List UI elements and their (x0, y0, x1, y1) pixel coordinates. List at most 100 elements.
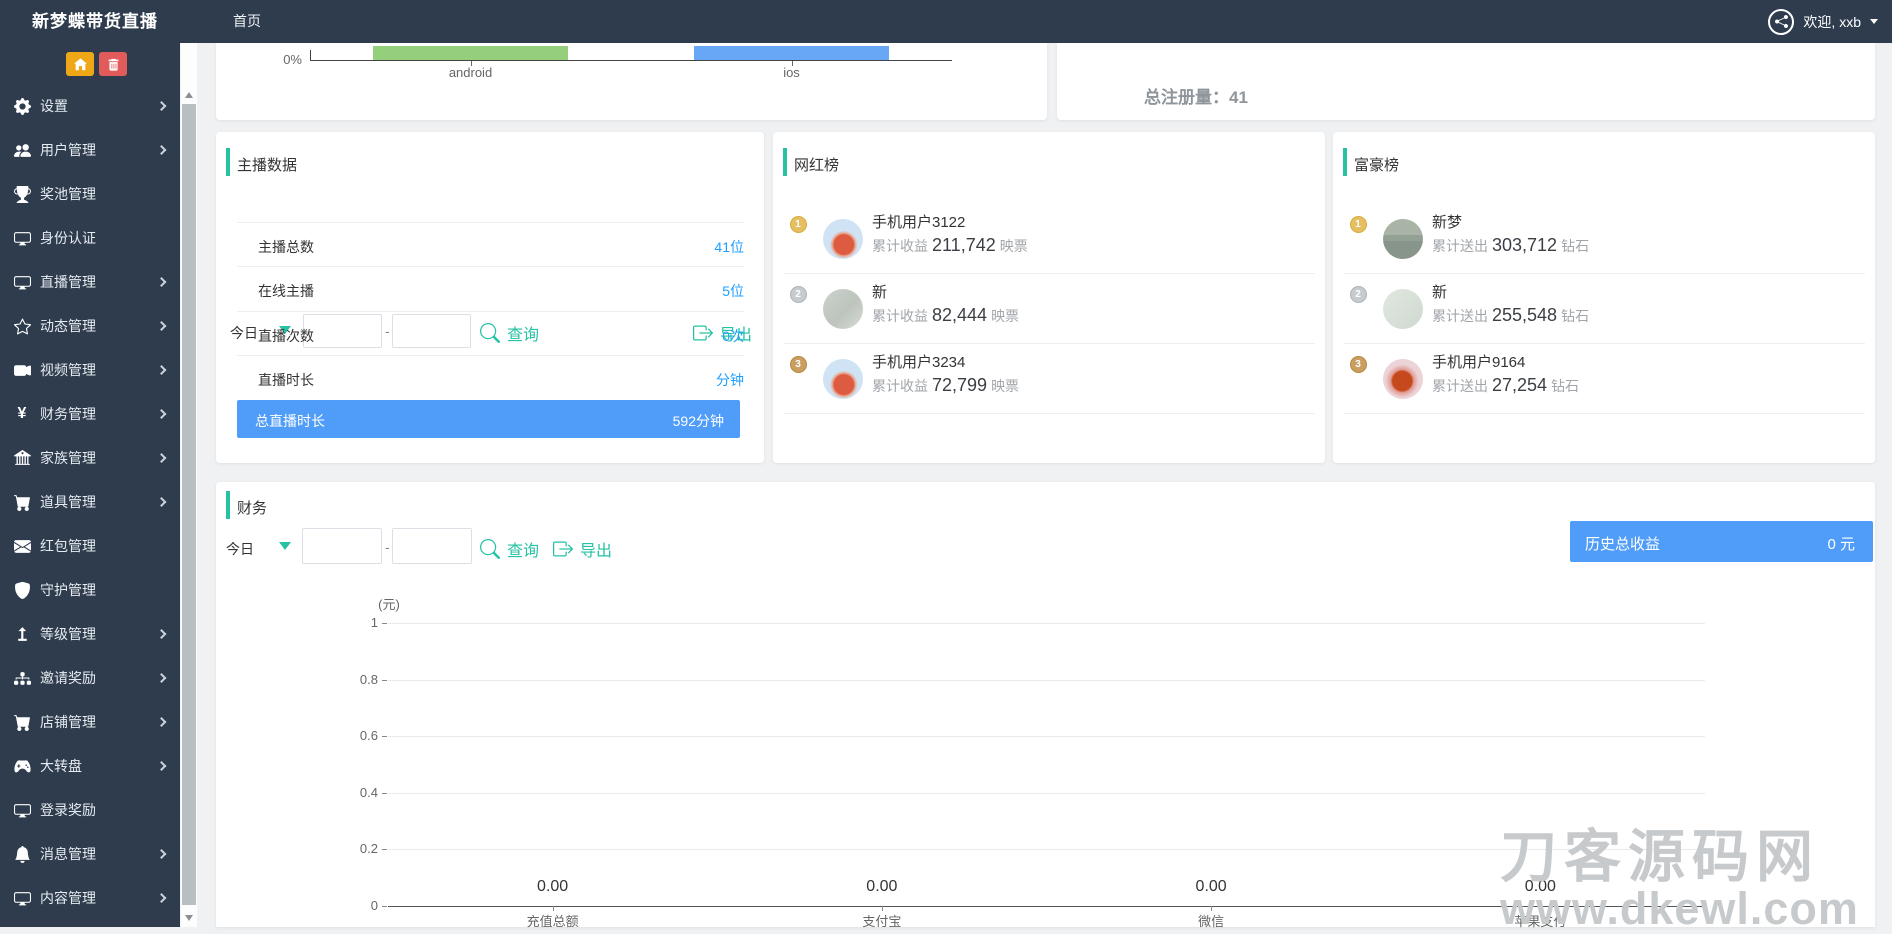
medal-rank: 2 (1350, 286, 1367, 303)
sidebar-item-11[interactable]: 守护管理 (0, 568, 180, 612)
sidebar-item-1[interactable]: 用户管理 (0, 128, 180, 172)
chevron-right-icon (157, 409, 167, 419)
y-tick-mark (382, 906, 387, 907)
medal-rank: 1 (790, 216, 807, 233)
user-name: 手机用户3122 (872, 211, 965, 232)
anchor-stat-row: 直播次数0次 (216, 312, 764, 356)
chevron-right-icon (157, 277, 167, 287)
medal-bronze-icon: 3 (788, 360, 808, 373)
stat-label: 主播总数 (258, 237, 314, 257)
medal-gold-icon: 1 (788, 220, 808, 233)
anchor-stat-row: 直播时长分钟 (216, 356, 764, 400)
earn-line: 累计收益72,799映票 (872, 375, 1019, 396)
earn-amount: 82,444 (932, 305, 987, 325)
avatar (823, 289, 863, 329)
sidebar-item-2[interactable]: 奖池管理 (0, 172, 180, 216)
x-axis-line (310, 60, 952, 61)
sidebar-item-label: 大转盘 (40, 756, 82, 776)
medal-rank: 1 (1350, 216, 1367, 233)
row-separator (237, 222, 744, 223)
avatar (823, 359, 863, 399)
earn-amount: 72,799 (932, 375, 987, 395)
panel-title: 主播数据 (237, 154, 297, 175)
rich-leaderboard-panel: 富豪榜 1新梦累计送出303,712钻石2新累计送出255,548钻石3手机用户… (1333, 132, 1875, 463)
earn-amount: 255,548 (1492, 305, 1557, 325)
y-tick-mark (382, 736, 387, 737)
home-button[interactable] (66, 52, 94, 76)
sidebar-item-label: 动态管理 (40, 316, 96, 336)
nav-item-home[interactable]: 首页 (233, 0, 261, 43)
sidebar-item-15[interactable]: 大转盘 (0, 744, 180, 788)
row-separator (237, 311, 744, 312)
sidebar-item-8[interactable]: 家族管理 (0, 436, 180, 480)
panel-title: 富豪榜 (1354, 154, 1399, 175)
total-register-value: 41 (1229, 88, 1248, 107)
chevron-right-icon (157, 453, 167, 463)
sidebar-item-label: 身份认证 (40, 228, 96, 248)
sidebar-item-7[interactable]: ¥财务管理 (0, 392, 180, 436)
axis-tick-label: 0% (256, 52, 302, 67)
trash-button[interactable] (99, 52, 127, 76)
chevron-right-icon (157, 145, 167, 155)
bell-icon (12, 845, 32, 863)
scrollbar-thumb[interactable] (182, 104, 196, 905)
sidebar-item-label: 道具管理 (40, 492, 96, 512)
earn-line: 累计送出27,254钻石 (1432, 375, 1579, 396)
stat-label: 直播次数 (258, 326, 314, 346)
sidebar-item-18[interactable]: 内容管理 (0, 876, 180, 920)
user-menu[interactable]: 欢迎, xxb (1768, 0, 1878, 43)
sidebar-item-5[interactable]: 动态管理 (0, 304, 180, 348)
leaderboard-item: 1新梦累计送出303,712钻石 (1344, 204, 1865, 274)
category-label: android (411, 65, 531, 80)
sidebar-item-14[interactable]: 店铺管理 (0, 700, 180, 744)
platform-chart-panel: 0% androidios (216, 43, 1047, 120)
panel-accent-bar (226, 148, 230, 176)
leaderboard-item: 2新累计收益82,444映票 (784, 274, 1315, 344)
earn-unit: 映票 (1000, 238, 1028, 254)
panel-title: 网红榜 (794, 154, 839, 175)
data-point-value: 0.00 (812, 878, 952, 896)
earn-prefix: 累计送出 (1432, 238, 1488, 254)
earn-unit: 映票 (991, 378, 1019, 394)
y-tick-mark (382, 680, 387, 681)
grid-line (388, 680, 1705, 681)
sidebar-item-4[interactable]: 直播管理 (0, 260, 180, 304)
platform-bar-ios (694, 46, 889, 60)
earn-unit: 映票 (991, 308, 1019, 324)
sidebar-item-label: 守护管理 (40, 580, 96, 600)
sidebar-item-17[interactable]: 消息管理 (0, 832, 180, 876)
sidebar-item-13[interactable]: 邀请奖励 (0, 656, 180, 700)
sidebar-item-0[interactable]: 设置 (0, 84, 180, 128)
y-tick-mark (382, 793, 387, 794)
sidebar-item-label: 红包管理 (40, 536, 96, 556)
bank-icon (12, 449, 32, 467)
avatar (1383, 289, 1423, 329)
total-register-stat: 总注册量：41 (1144, 83, 1248, 108)
earn-unit: 钻石 (1551, 378, 1579, 394)
sidebar-item-9[interactable]: 道具管理 (0, 480, 180, 524)
avatar (1383, 359, 1423, 399)
sidebar-item-10[interactable]: 红包管理 (0, 524, 180, 568)
y-tick-label: 0.2 (316, 841, 378, 856)
video-icon (12, 361, 32, 379)
star-icon (12, 317, 32, 335)
medal-silver-icon: 2 (1348, 290, 1368, 303)
sidebar-item-label: 直播管理 (40, 272, 96, 292)
x-axis-tick (1211, 906, 1212, 911)
earn-line: 累计收益211,742映票 (872, 235, 1028, 256)
sidebar-scrollbar[interactable] (181, 43, 197, 927)
scroll-down-arrow-icon[interactable] (181, 910, 197, 926)
row-separator (237, 355, 744, 356)
earn-prefix: 累计送出 (1432, 378, 1488, 394)
y-tick-mark (382, 849, 387, 850)
earn-prefix: 累计收益 (872, 308, 928, 324)
sidebar-item-3[interactable]: 身份认证 (0, 216, 180, 260)
earn-unit: 钻石 (1561, 238, 1589, 254)
sidebar-item-16[interactable]: 登录奖励 (0, 788, 180, 832)
sidebar-item-12[interactable]: 等级管理 (0, 612, 180, 656)
sidebar-item-6[interactable]: 视频管理 (0, 348, 180, 392)
user-name: 新 (872, 281, 887, 302)
earn-line: 累计送出303,712钻石 (1432, 235, 1589, 256)
category-label: 微信 (1141, 911, 1281, 930)
scroll-up-arrow-icon[interactable] (181, 86, 197, 103)
